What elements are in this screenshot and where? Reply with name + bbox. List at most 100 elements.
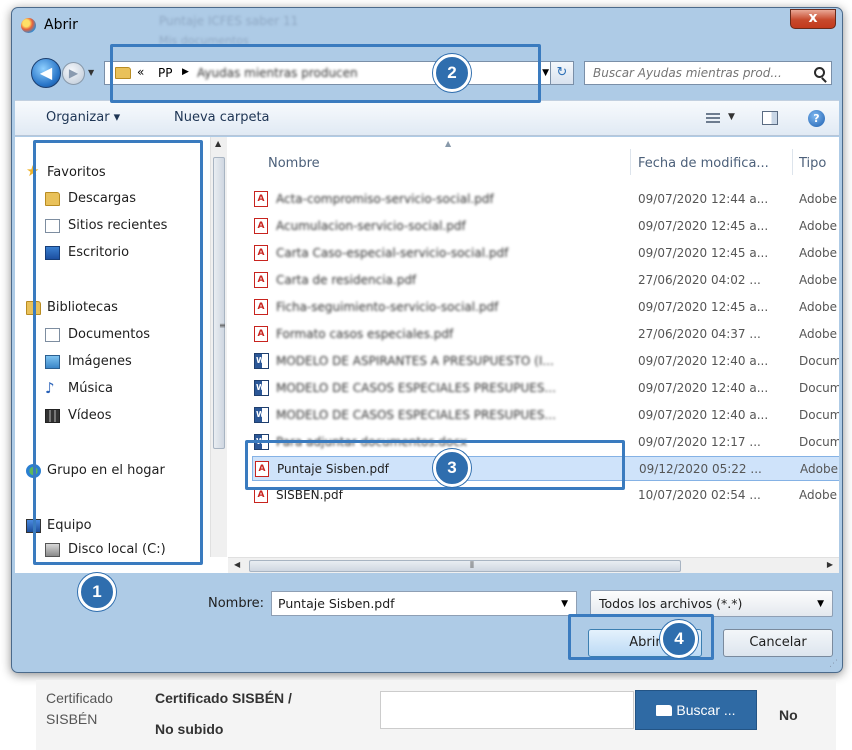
required-value: No [779,707,798,723]
file-list-horizontal-scrollbar[interactable]: ◀ ⦀ ▶ [228,557,839,573]
file-date: 09/07/2020 12:45 a... [638,246,769,260]
app-icon [21,18,36,33]
step-badge-2: 2 [433,54,471,92]
navigation-scrollbar[interactable]: ▲ ≡ [210,137,227,557]
pdf-file-icon: A [254,299,268,315]
file-name-input[interactable] [272,592,552,615]
file-row[interactable]: A Ficha-seguimiento-servicio-social.pdf … [252,295,839,320]
certificate-file-input[interactable] [380,691,634,729]
file-type: Docume [799,381,839,395]
history-dropdown-icon[interactable]: ▼ [88,68,94,77]
cancel-button[interactable]: Cancelar [723,629,833,657]
file-row[interactable]: A Carta Caso-especial-servicio-social.pd… [252,241,839,266]
pdf-file-icon: A [254,326,268,342]
grip-icon: ⦀ [470,561,474,571]
certificate-label-sisben: SISBÉN [46,711,98,727]
column-header-name[interactable]: Nombre [268,156,320,171]
file-name: Formato casos especiales.pdf [276,327,454,341]
file-type: Adobe A [799,192,839,206]
step-badge-1: 1 [78,573,116,611]
file-name: Acumulacion-servicio-social.pdf [276,219,466,233]
file-type: Adobe A [800,462,839,476]
help-icon[interactable]: ? [808,110,825,127]
file-type: Adobe A [799,219,839,233]
scroll-left-arrow-icon[interactable]: ◀ [234,560,240,569]
preview-pane-icon[interactable] [762,111,778,125]
file-date: 09/07/2020 12:40 a... [638,381,769,395]
scroll-right-arrow-icon[interactable]: ▶ [827,560,833,569]
file-name: Ficha-seguimiento-servicio-social.pdf [276,300,499,314]
annotation-box-address [110,44,541,103]
scroll-up-arrow-icon[interactable]: ▲ [215,139,221,148]
file-name-dropdown-icon[interactable]: ▼ [561,599,568,609]
file-name: Carta de residencia.pdf [276,273,417,287]
file-type: Adobe A [799,327,839,341]
file-row[interactable]: W MODELO DE ASPIRANTES A PRESUPUESTO (I.… [252,349,839,374]
file-list[interactable]: ▲ Nombre Fecha de modifica... Tipo A Act… [228,137,839,557]
column-header-date[interactable]: Fecha de modifica... [638,156,769,171]
file-date: 27/06/2020 04:37 ... [638,327,761,341]
view-dropdown-icon[interactable]: ▼ [728,112,735,122]
search-icon[interactable] [814,67,825,78]
step-badge-3: 3 [433,449,471,487]
search-input[interactable] [585,62,805,84]
scrollbar-thumb[interactable]: ≡ [213,157,226,449]
file-row[interactable]: A Formato casos especiales.pdf 27/06/202… [252,322,839,347]
column-header-type[interactable]: Tipo [799,156,826,171]
file-date: 27/06/2020 04:02 ... [638,273,761,287]
certificate-form-row: Certificado SISBÉN Certificado SISBÉN / … [36,680,836,750]
browse-button[interactable]: Buscar ... [635,690,757,730]
column-divider[interactable] [792,149,793,175]
file-name-combobox[interactable]: ▼ [271,591,577,616]
annotation-box-sidebar [33,140,203,565]
refresh-icon[interactable]: ↻ [550,61,574,85]
pdf-file-icon: A [254,272,268,288]
file-type: Docume [799,435,839,449]
word-file-icon: W [254,380,269,396]
word-file-icon: W [254,407,269,423]
file-date: 10/07/2020 02:54 ... [638,488,761,502]
pdf-file-icon: A [254,245,268,261]
file-row[interactable]: A Acumulacion-servicio-social.pdf 09/07/… [252,214,839,239]
chevron-down-icon[interactable]: ▼ [817,599,824,609]
file-type: Adobe A [799,273,839,287]
file-date: 09/07/2020 12:44 a... [638,192,769,206]
file-row[interactable]: W MODELO DE CASOS ESPECIALES PRESUPUES..… [252,376,839,401]
browse-button-label: Buscar ... [676,702,736,718]
certificate-title: Certificado SISBÉN / [155,690,292,706]
file-name: MODELO DE CASOS ESPECIALES PRESUPUES... [276,408,556,422]
file-date: 09/07/2020 12:45 a... [638,219,769,233]
back-arrow-icon[interactable]: ◀ [31,58,61,88]
file-type: Docume [799,354,839,368]
column-divider[interactable] [630,149,631,175]
pdf-file-icon: A [254,218,268,234]
upload-status: No subido [155,721,224,737]
file-name-label: Nombre: [208,596,265,611]
toolbar: Organizar ▾ Nueva carpeta ▼ ? [15,100,839,136]
file-date: 09/07/2020 12:17 ... [638,435,761,449]
file-name: Carta Caso-especial-servicio-social.pdf [276,246,509,260]
background-window-title: Puntaje ICFES saber 11 [159,14,299,28]
file-name: SISBEN.pdf [276,488,343,502]
file-type-filter[interactable]: Todos los archivos (*.*) ▼ [590,590,833,617]
scrollbar-thumb[interactable]: ⦀ [249,560,681,572]
file-name: MODELO DE CASOS ESPECIALES PRESUPUES... [276,381,556,395]
file-name: Acta-compromiso-servicio-social.pdf [276,192,494,206]
grip-icon: ≡ [219,321,226,330]
file-type: Docume [799,408,839,422]
word-file-icon: W [254,353,269,369]
file-row[interactable]: W MODELO DE CASOS ESPECIALES PRESUPUES..… [252,403,839,428]
resize-grip-icon[interactable]: ⋰ [829,659,838,669]
forward-arrow-icon[interactable]: ▶ [62,62,85,85]
organize-menu[interactable]: Organizar ▾ [46,110,120,125]
new-folder-button[interactable]: Nueva carpeta [174,110,270,125]
file-date: 09/07/2020 12:40 a... [638,408,769,422]
pdf-file-icon: A [254,191,268,207]
file-row[interactable]: A Acta-compromiso-servicio-social.pdf 09… [252,187,839,212]
view-options-icon[interactable] [706,113,720,124]
file-type: Adobe A [799,300,839,314]
close-button[interactable]: x [790,9,836,29]
search-box[interactable] [584,61,832,85]
address-dropdown-icon[interactable]: ▼ [542,68,549,78]
file-row[interactable]: A Carta de residencia.pdf 27/06/2020 04:… [252,268,839,293]
